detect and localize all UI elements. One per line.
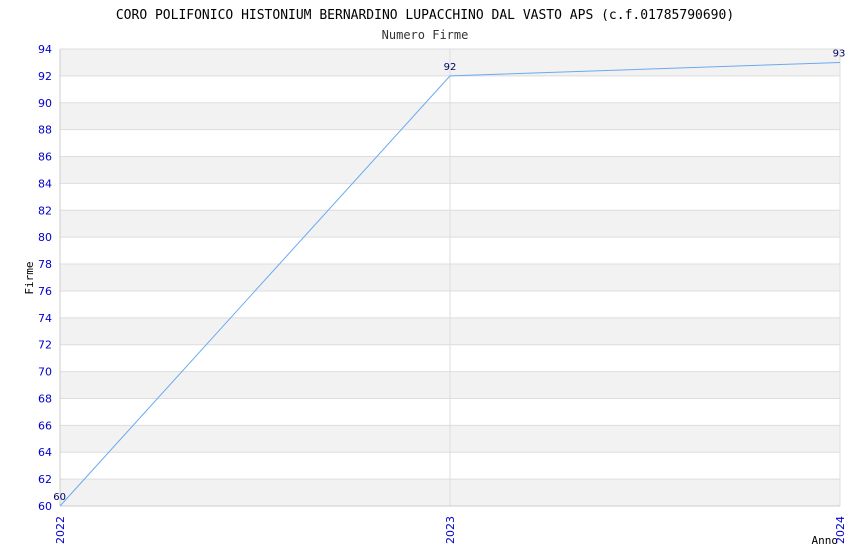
chart-subtitle: Numero Firme xyxy=(382,28,469,42)
y-tick-label: 72 xyxy=(38,339,52,352)
y-tick-label: 76 xyxy=(38,285,52,298)
data-label: 92 xyxy=(444,62,457,73)
y-axis-label: Firme xyxy=(23,261,36,294)
y-tick-label: 80 xyxy=(38,231,52,244)
y-tick-label: 78 xyxy=(38,258,52,271)
y-tick-label: 60 xyxy=(38,500,52,513)
x-tick-label: 2024 xyxy=(834,516,847,544)
chart-title: CORO POLIFONICO HISTONIUM BERNARDINO LUP… xyxy=(116,8,734,23)
y-tick-label: 66 xyxy=(38,419,52,432)
x-tick-labels: 2022 2023 2024 xyxy=(54,516,847,544)
x-tick-label: 2022 xyxy=(54,516,67,544)
y-tick-label: 64 xyxy=(38,446,52,459)
y-tick-label: 86 xyxy=(38,151,52,164)
y-tick-label: 68 xyxy=(38,392,52,405)
data-label: 60 xyxy=(53,492,66,503)
y-tick-label: 70 xyxy=(38,366,52,379)
y-tick-labels: 60 62 64 66 68 70 72 74 76 78 80 82 84 86 88 90 92 94 xyxy=(38,43,52,513)
y-tick-label: 62 xyxy=(38,473,52,486)
y-tick-label: 82 xyxy=(38,204,52,217)
y-tick-label: 88 xyxy=(38,124,52,137)
y-tick-label: 74 xyxy=(38,312,52,325)
y-tick-label: 84 xyxy=(38,177,52,190)
y-tick-label: 92 xyxy=(38,70,52,83)
x-tick-label: 2023 xyxy=(444,516,457,544)
line-chart: CORO POLIFONICO HISTONIUM BERNARDINO LUP… xyxy=(23,8,847,547)
y-tick-label: 94 xyxy=(38,43,52,56)
y-tick-label: 90 xyxy=(38,97,52,110)
data-label: 93 xyxy=(833,48,846,59)
